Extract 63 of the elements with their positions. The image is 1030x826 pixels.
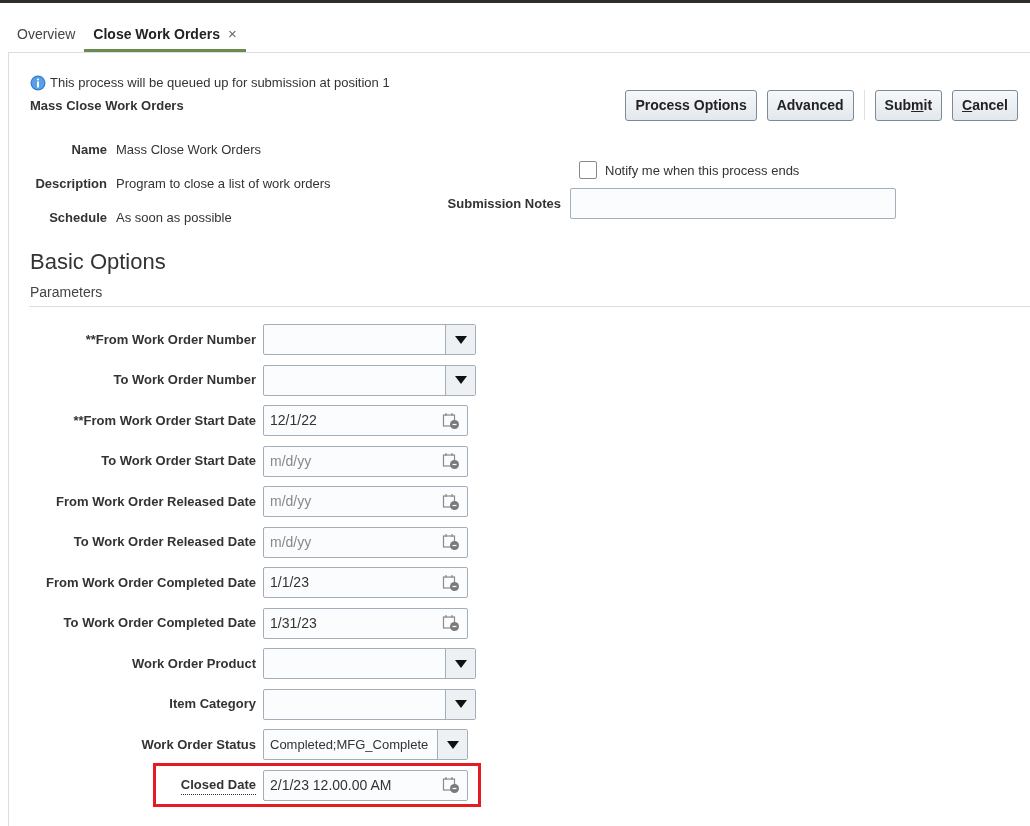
date-field[interactable]: 2/1/23 12.00.00 AM — [263, 769, 468, 801]
info-message: This process will be queued up for submission at position 1 — [50, 74, 390, 92]
parameter-label: To Work Order Completed Date — [63, 614, 256, 633]
date-field[interactable]: 12/1/22 — [263, 405, 468, 436]
calendar-icon[interactable] — [442, 533, 460, 551]
date-field[interactable]: m/d/yy — [263, 526, 468, 558]
dropdown-button[interactable] — [445, 689, 475, 719]
dropdown-button[interactable] — [437, 730, 467, 759]
tab[interactable]: Close Work Orders × — [84, 19, 246, 52]
date-field[interactable]: 1/1/23 — [263, 567, 468, 598]
checkbox[interactable] — [579, 161, 597, 180]
calendar-icon[interactable] — [442, 452, 460, 470]
close-button[interactable]: × — [227, 22, 237, 46]
detail-value: Mass Close Work Orders — [116, 140, 261, 159]
detail-label: Schedule — [48, 208, 107, 227]
calendar-icon[interactable] — [442, 492, 460, 511]
parameter-label: To Work Order Number — [113, 371, 256, 390]
field-label: Submission Notes — [446, 194, 561, 213]
date-field[interactable]: m/d/yy — [263, 445, 468, 477]
parameter-label: **From Work Order Number — [85, 330, 256, 349]
calendar-icon[interactable] — [442, 573, 460, 592]
calendar-icon[interactable] — [442, 411, 460, 430]
detail-label: Description — [34, 174, 107, 193]
parameter-label: From Work Order Completed Date — [46, 573, 256, 592]
caret-icon — [454, 376, 467, 384]
dropdown-button[interactable] — [445, 325, 475, 354]
parameter-label: Item Category — [169, 695, 256, 714]
select-field[interactable] — [263, 364, 476, 396]
info-icon — [30, 74, 46, 91]
parameter-label: From Work Order Released Date — [56, 492, 256, 511]
detail-value: As soon as possible — [116, 208, 232, 227]
caret-icon — [446, 740, 459, 749]
checkbox-label: Notify me when this process ends — [605, 161, 800, 180]
date-field[interactable]: m/d/yy — [263, 486, 468, 517]
calendar-icon[interactable] — [442, 614, 460, 632]
section-title: Basic Options — [30, 247, 167, 276]
dropdown-button[interactable] — [445, 365, 475, 395]
action-button[interactable]: Submit — [874, 89, 943, 121]
parameter-label: To Work Order Start Date — [101, 452, 256, 471]
caret-icon — [454, 335, 467, 344]
select-field[interactable]: Completed;MFG_Complete — [263, 729, 468, 760]
parameter-label: Closed Date — [180, 774, 256, 796]
calendar-icon[interactable] — [442, 776, 460, 794]
parameter-label: Work Order Product — [132, 654, 256, 673]
action-button[interactable]: Advanced — [766, 89, 854, 121]
select-field[interactable] — [263, 688, 476, 720]
date-field[interactable]: 1/31/23 — [263, 607, 468, 639]
select-field[interactable] — [263, 324, 476, 355]
detail-value: Program to close a list of work orders — [116, 174, 331, 193]
process-title: Mass Close Work Orders — [30, 96, 184, 115]
detail-label: Name — [70, 140, 107, 159]
select-field[interactable] — [263, 648, 476, 679]
action-button[interactable]: Cancel — [952, 89, 1018, 121]
parameter-label: **From Work Order Start Date — [73, 411, 256, 430]
tab[interactable]: Overview — [8, 19, 85, 52]
caret-icon — [454, 659, 467, 668]
caret-icon — [454, 700, 467, 708]
parameter-label: Work Order Status — [141, 735, 256, 754]
parameter-label: To Work Order Released Date — [73, 533, 256, 552]
action-button[interactable]: Process Options — [625, 89, 757, 121]
submission-notes-field[interactable] — [570, 188, 896, 219]
dropdown-button[interactable] — [445, 649, 475, 678]
subsection-title: Parameters — [30, 282, 104, 302]
